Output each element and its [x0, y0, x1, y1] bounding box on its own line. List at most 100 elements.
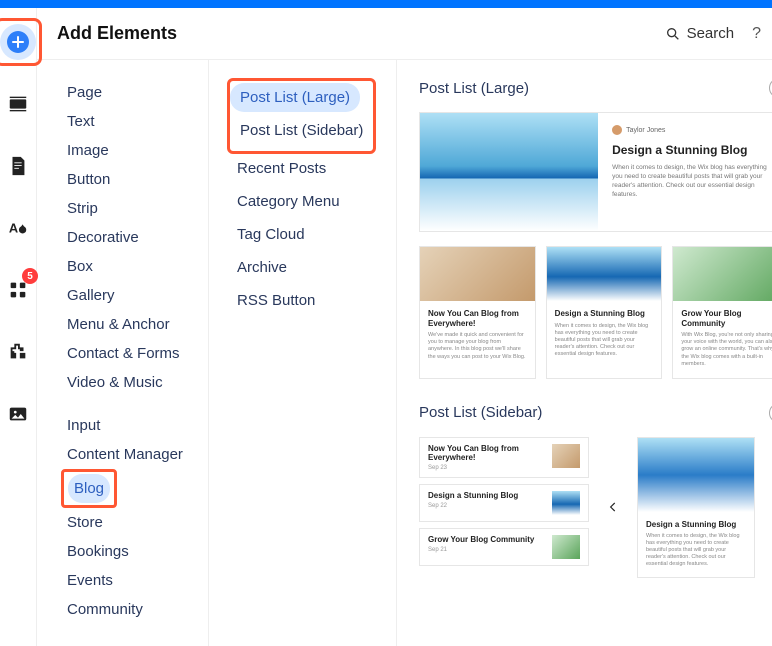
category-group-1: Page Text Image Button Strip Decorative … [61, 78, 208, 397]
help-button[interactable]: ? [752, 25, 761, 43]
item-heading: Grow Your Blog Community [428, 535, 544, 544]
preview-card-large[interactable]: Taylor Jones Design a Stunning Blog When… [419, 112, 772, 232]
category-box[interactable]: Box [61, 252, 99, 281]
category-content-manager[interactable]: Content Manager [61, 440, 189, 469]
category-community[interactable]: Community [61, 595, 149, 624]
media-icon[interactable] [0, 396, 36, 432]
panel-header: Add Elements Search ? [37, 8, 772, 60]
apps-badge: 5 [22, 268, 38, 284]
sidebar-preview-row: Now You Can Blog from Everywhere! Sep 23… [419, 437, 772, 578]
category-group-2: Input Content Manager Blog Store Booking… [61, 411, 208, 624]
item-heading: Now You Can Blog from Everywhere! [428, 444, 544, 462]
search-icon [665, 26, 681, 42]
item-date: Sep 21 [428, 547, 544, 553]
sub-rss-button[interactable]: RSS Button [227, 286, 325, 315]
preview-card-small[interactable]: Design a Stunning Blog When it comes to … [546, 246, 663, 379]
card-image [420, 247, 535, 301]
svg-text:A: A [9, 221, 18, 236]
category-contact-forms[interactable]: Contact & Forms [61, 339, 186, 368]
category-list: Page Text Image Button Strip Decorative … [37, 60, 209, 646]
section-icon[interactable] [0, 86, 36, 122]
avatar [612, 125, 622, 135]
sub-post-list-sidebar[interactable]: Post List (Sidebar) [230, 116, 373, 145]
card-image [673, 247, 772, 301]
category-decorative[interactable]: Decorative [61, 223, 145, 252]
item-thumb [552, 491, 580, 515]
plus-icon [7, 31, 29, 53]
preview-header: Post List (Large) i [419, 78, 772, 98]
editor-layout: A 5 Add Elements Search ? [0, 8, 772, 646]
item-heading: Design a Stunning Blog [428, 491, 544, 500]
card-author: Taylor Jones [612, 125, 772, 135]
card-body: When it comes to design, the Wix blog ha… [646, 533, 746, 569]
category-events[interactable]: Events [61, 566, 119, 595]
highlight-annotation: Blog [61, 469, 117, 508]
category-strip[interactable]: Strip [61, 194, 104, 223]
panel-body: Page Text Image Button Strip Decorative … [37, 60, 772, 646]
sub-archive[interactable]: Archive [227, 253, 297, 282]
card-image [420, 113, 598, 231]
add-apps-icon[interactable] [0, 334, 36, 370]
preview-card-small[interactable]: Grow Your Blog Community With Wix Blog, … [672, 246, 772, 379]
preview-post-list-sidebar: Post List (Sidebar) i Now You Can Blog f… [419, 403, 772, 578]
category-page[interactable]: Page [61, 78, 108, 107]
card-body: We've made it quick and convenient for y… [428, 332, 527, 361]
category-menu-anchor[interactable]: Menu & Anchor [61, 310, 176, 339]
apps-icon[interactable]: 5 [0, 272, 36, 308]
card-image [547, 247, 662, 301]
author-name: Taylor Jones [626, 127, 665, 134]
card-body: With Wix Blog, you're not only sharing y… [681, 332, 772, 368]
card-heading: Design a Stunning Blog [612, 143, 772, 157]
subcategory-list: Post List (Large) Post List (Sidebar) Re… [209, 60, 397, 646]
category-text[interactable]: Text [61, 107, 101, 136]
pages-icon[interactable] [0, 148, 36, 184]
add-elements-panel: Add Elements Search ? Page Text Image Bu… [37, 8, 772, 646]
category-image[interactable]: Image [61, 136, 115, 165]
left-rail: A 5 [0, 8, 37, 646]
item-thumb [552, 444, 580, 468]
card-heading: Design a Stunning Blog [555, 309, 654, 319]
preview-pane: Post List (Large) i Taylor Jones Design … [397, 60, 772, 646]
category-bookings[interactable]: Bookings [61, 537, 135, 566]
preview-card-row: Now You Can Blog from Everywhere! We've … [419, 246, 772, 379]
panel-title: Add Elements [57, 23, 665, 44]
highlight-annotation: Post List (Large) Post List (Sidebar) [227, 78, 376, 154]
carousel-prev-button[interactable] [603, 497, 623, 517]
sidebar-list[interactable]: Now You Can Blog from Everywhere! Sep 23… [419, 437, 589, 578]
item-thumb [552, 535, 580, 559]
category-blog[interactable]: Blog [68, 474, 110, 503]
preview-post-list-large: Post List (Large) i Taylor Jones Design … [419, 78, 772, 379]
preview-title: Post List (Sidebar) [419, 404, 769, 421]
preview-header: Post List (Sidebar) i [419, 403, 772, 423]
list-item: Now You Can Blog from Everywhere! Sep 23 [419, 437, 589, 478]
category-gallery[interactable]: Gallery [61, 281, 121, 310]
card-image [638, 438, 754, 512]
sidebar-feature-card[interactable]: Design a Stunning Blog When it comes to … [637, 437, 755, 578]
sub-recent-posts[interactable]: Recent Posts [227, 154, 336, 183]
sub-category-menu[interactable]: Category Menu [227, 187, 350, 216]
card-heading: Grow Your Blog Community [681, 309, 772, 328]
card-heading: Now You Can Blog from Everywhere! [428, 309, 527, 328]
item-date: Sep 22 [428, 503, 544, 509]
search-button[interactable]: Search [665, 25, 735, 42]
add-elements-button[interactable] [0, 24, 36, 60]
item-date: Sep 23 [428, 465, 544, 471]
sub-post-list-large[interactable]: Post List (Large) [230, 83, 360, 112]
category-video-music[interactable]: Video & Music [61, 368, 169, 397]
design-icon[interactable]: A [0, 210, 36, 246]
chevron-left-icon [606, 500, 620, 514]
card-body: When it comes to design, the Wix blog ha… [612, 163, 772, 199]
category-button[interactable]: Button [61, 165, 116, 194]
category-store[interactable]: Store [61, 508, 109, 537]
search-label: Search [687, 25, 735, 42]
category-input[interactable]: Input [61, 411, 106, 440]
list-item: Grow Your Blog Community Sep 21 [419, 528, 589, 566]
sub-tag-cloud[interactable]: Tag Cloud [227, 220, 315, 249]
card-body: When it comes to design, the Wix blog ha… [555, 323, 654, 359]
app-top-bar [0, 0, 772, 8]
card-text: Taylor Jones Design a Stunning Blog When… [598, 113, 772, 231]
preview-card-small[interactable]: Now You Can Blog from Everywhere! We've … [419, 246, 536, 379]
preview-title: Post List (Large) [419, 80, 769, 97]
card-heading: Design a Stunning Blog [646, 520, 746, 529]
list-item: Design a Stunning Blog Sep 22 [419, 484, 589, 522]
